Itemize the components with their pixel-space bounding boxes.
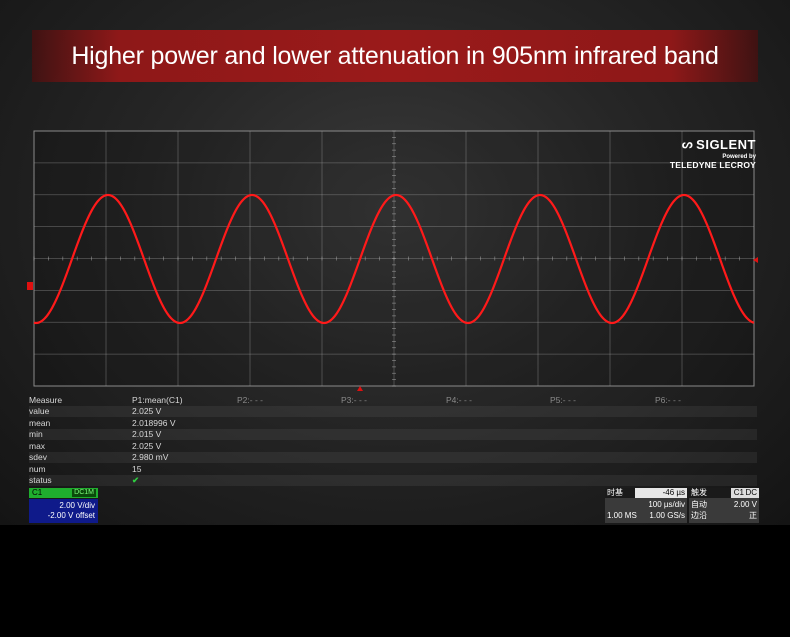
bottom-border xyxy=(0,525,790,637)
measure-header-row: Measure P1:mean(C1) P2:- - - P3:- - - P4… xyxy=(29,395,757,406)
trigger-title: 触发 xyxy=(691,488,707,497)
trigger-level: 2.00 V xyxy=(733,500,757,509)
trigger-mode: 自动 xyxy=(691,500,707,509)
measure-row: max 2.025 V xyxy=(29,441,757,452)
channel-1-descriptor[interactable]: C1 DC1M 2.00 V/div -2.00 V offset xyxy=(29,488,98,523)
timebase-descriptor[interactable]: 时基 -46 µs 100 µs/div 1.00 MS 1.00 GS/s xyxy=(605,488,687,523)
channel-coupling: DC1M xyxy=(72,489,96,497)
timebase-delay: -46 µs xyxy=(662,488,685,497)
trigger-source: C1 xyxy=(733,488,744,497)
channel-offset: -2.00 V offset xyxy=(47,511,95,520)
measure-row-label: mean xyxy=(29,418,51,428)
logo-partner: TELEDYNE LECROY xyxy=(669,160,756,170)
status-check-icon: ✔ xyxy=(132,475,140,485)
graticule xyxy=(33,130,755,387)
measure-row-value: 15 xyxy=(132,464,142,474)
measure-p2-header[interactable]: P2:- - - xyxy=(237,395,263,406)
siglent-logo: ᔕ SIGLENT Powered by TELEDYNE LECROY xyxy=(664,135,756,170)
trigger-position-marker[interactable] xyxy=(357,386,363,391)
measure-row-value: 2.025 V xyxy=(132,441,162,451)
measure-row-label: min xyxy=(29,429,43,439)
channel-1-settings: 2.00 V/div -2.00 V offset xyxy=(29,499,98,523)
logo-brand: ᔕ SIGLENT xyxy=(682,137,756,152)
timebase-points: 1.00 MS xyxy=(607,511,637,520)
measure-p6-header[interactable]: P6:- - - xyxy=(655,395,681,406)
measure-row: status ✔ xyxy=(29,475,757,486)
measure-row-label: max xyxy=(29,441,46,451)
measure-row-label: sdev xyxy=(29,452,47,462)
channel-name: C1 xyxy=(32,488,43,497)
trigger-slope: 正 xyxy=(749,511,757,520)
measure-row: mean 2.018996 V xyxy=(29,418,757,429)
measure-row-label: num xyxy=(29,464,46,474)
timebase-sample-rate: 1.00 GS/s xyxy=(649,511,685,520)
measure-row-label: status xyxy=(29,475,52,485)
channel-1-header: C1 DC1M xyxy=(29,488,98,498)
measure-row: value 2.025 V xyxy=(29,406,757,417)
logo-brand-text: SIGLENT xyxy=(696,136,756,152)
channel-vdiv: 2.00 V/div xyxy=(59,501,95,510)
measure-row: min 2.015 V xyxy=(29,429,757,440)
measure-p4-header[interactable]: P4:- - - xyxy=(446,395,472,406)
trigger-descriptor[interactable]: 触发 C1 DC 自动 2.00 V 边沿 正 xyxy=(689,488,759,523)
timebase-tdiv: 100 µs/div xyxy=(648,500,685,509)
measure-row-value: 2.018996 V xyxy=(132,418,176,428)
timebase-title: 时基 xyxy=(607,488,623,497)
measure-row: sdev 2.980 mV xyxy=(29,452,757,463)
siglent-swirl-icon: ᔕ xyxy=(681,137,694,151)
measure-row-value: 2.025 V xyxy=(132,406,162,416)
measure-row-value: 2.015 V xyxy=(132,429,162,439)
measure-row-label: value xyxy=(29,406,50,416)
trigger-coupling: DC xyxy=(745,488,757,497)
channel-offset-marker[interactable] xyxy=(27,282,33,290)
measure-header-label: Measure xyxy=(29,395,63,405)
measure-row: num 15 xyxy=(29,464,757,475)
measure-p5-header[interactable]: P5:- - - xyxy=(550,395,576,406)
measure-p1-header[interactable]: P1:mean(C1) xyxy=(132,395,183,406)
measure-p3-header[interactable]: P3:- - - xyxy=(341,395,367,406)
trigger-type: 边沿 xyxy=(691,511,707,520)
measure-row-value: 2.980 mV xyxy=(132,452,169,462)
